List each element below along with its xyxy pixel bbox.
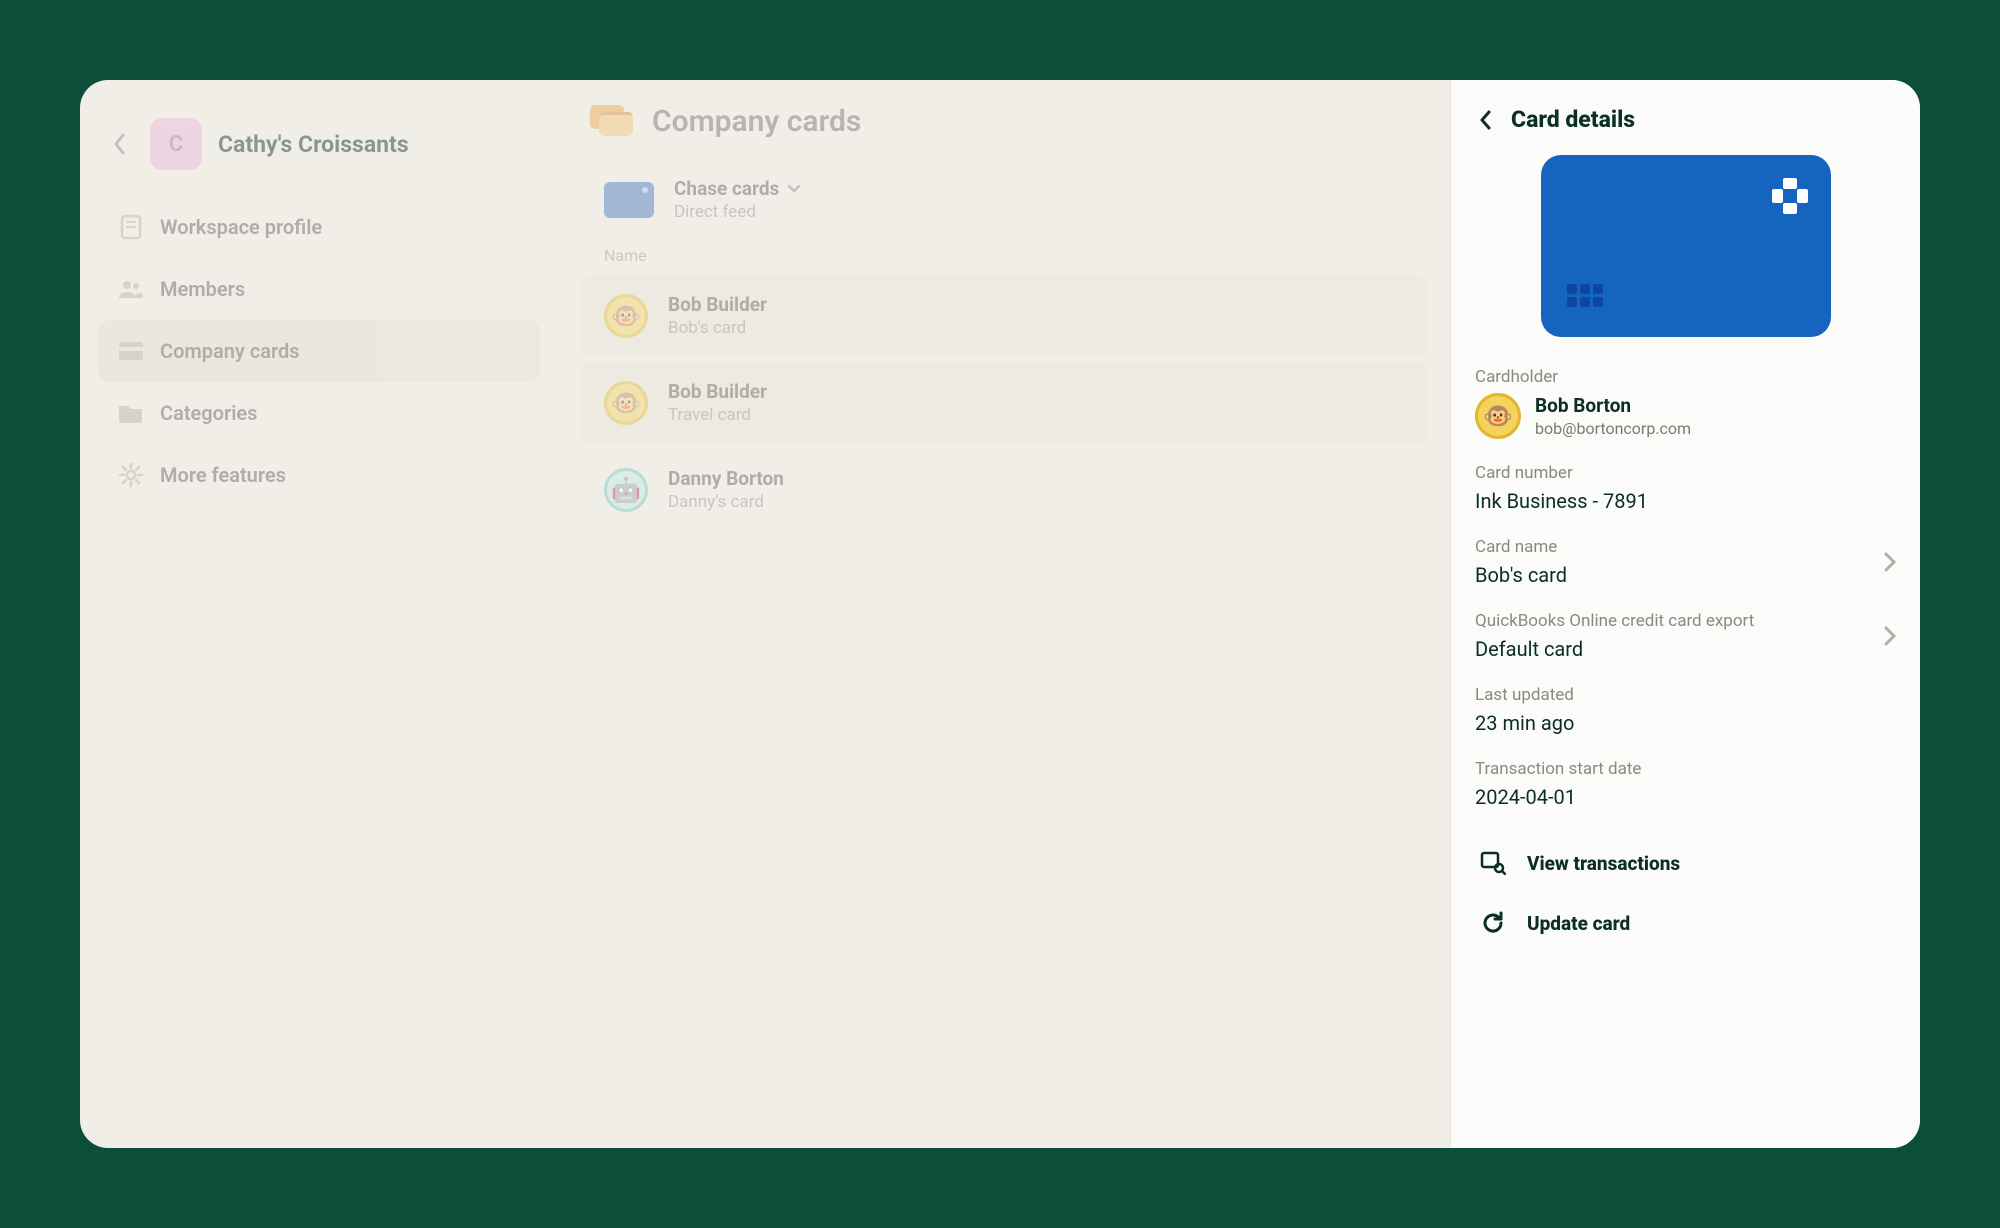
sidebar-header: C Cathy's Croissants (98, 108, 540, 196)
workspace-avatar-letter: C (169, 132, 183, 157)
card-row-name: Danny Borton (668, 467, 784, 490)
sidebar: C Cathy's Croissants Workspace profile M… (80, 80, 558, 1148)
company-cards-icon (590, 105, 634, 139)
start-date-section: Transaction start date 2024-04-01 (1475, 759, 1896, 809)
card-number-label: Card number (1475, 463, 1896, 483)
back-icon[interactable] (106, 130, 134, 158)
feed-selector[interactable]: Chase cards Direct feed (580, 169, 1428, 240)
user-avatar-icon: 🤖 (604, 468, 648, 512)
back-icon[interactable] (1475, 109, 1497, 131)
page-title: Company cards (652, 104, 861, 139)
start-date-label: Transaction start date (1475, 759, 1896, 779)
feed-name: Chase cards (674, 177, 801, 200)
chevron-down-icon (787, 184, 801, 194)
card-list-row[interactable]: 🐵 Bob Builder Bob's card (580, 275, 1428, 356)
sidebar-item-members[interactable]: Members (98, 258, 540, 320)
cardholder-email: bob@bortoncorp.com (1535, 419, 1691, 438)
feed-card-icon (604, 182, 654, 218)
sidebar-item-label: More features (160, 463, 286, 487)
update-card-button[interactable]: Update card (1475, 893, 1896, 953)
card-row-name: Bob Builder (668, 293, 767, 316)
card-name-row[interactable]: Card name Bob's card (1475, 537, 1896, 587)
sidebar-item-categories[interactable]: Categories (98, 382, 540, 444)
cardholder-label: Cardholder (1475, 367, 1896, 387)
user-avatar-icon: 🐵 (604, 381, 648, 425)
members-icon (118, 276, 144, 302)
card-name-value: Bob's card (1475, 563, 1567, 587)
gear-icon (118, 462, 144, 488)
view-transactions-label: View transactions (1527, 852, 1680, 875)
user-avatar-icon: 🐵 (1475, 393, 1521, 439)
export-row[interactable]: QuickBooks Online credit card export Def… (1475, 611, 1896, 661)
last-updated-section: Last updated 23 min ago (1475, 685, 1896, 735)
chevron-right-icon (1884, 552, 1896, 572)
cardholder-section: Cardholder 🐵 Bob Borton bob@bortoncorp.c… (1475, 367, 1896, 439)
card-row-name: Bob Builder (668, 380, 767, 403)
panel-header: Card details (1475, 106, 1896, 133)
sidebar-item-label: Workspace profile (160, 215, 322, 239)
update-card-label: Update card (1527, 912, 1630, 935)
card-visual (1475, 155, 1896, 337)
chevron-right-icon (1884, 626, 1896, 646)
export-value: Default card (1475, 637, 1754, 661)
card-icon (118, 338, 144, 364)
sidebar-item-label: Categories (160, 401, 257, 425)
feed-subtitle: Direct feed (674, 202, 801, 222)
card-list-row[interactable]: 🐵 Bob Builder Travel card (580, 362, 1428, 443)
view-transactions-button[interactable]: View transactions (1475, 833, 1896, 893)
sidebar-item-more-features[interactable]: More features (98, 444, 540, 506)
workspace-name[interactable]: Cathy's Croissants (218, 131, 409, 158)
refresh-icon (1479, 909, 1507, 937)
sidebar-item-label: Company cards (160, 339, 300, 363)
profile-icon (118, 214, 144, 240)
user-avatar-icon: 🐵 (604, 294, 648, 338)
sidebar-item-company-cards[interactable]: Company cards (98, 320, 540, 382)
card-number-section: Card number Ink Business - 7891 (1475, 463, 1896, 513)
chase-logo-icon (1769, 175, 1811, 217)
workspace-avatar[interactable]: C (150, 118, 202, 170)
folder-icon (118, 400, 144, 426)
export-label: QuickBooks Online credit card export (1475, 611, 1754, 631)
cardholder-name: Bob Borton (1535, 394, 1691, 417)
page-header: Company cards (580, 104, 1428, 169)
last-updated-label: Last updated (1475, 685, 1896, 705)
card-row-sub: Bob's card (668, 318, 767, 338)
panel-title: Card details (1511, 106, 1635, 133)
start-date-value: 2024-04-01 (1475, 785, 1896, 809)
card-number-value: Ink Business - 7891 (1475, 489, 1896, 513)
card-row-sub: Travel card (668, 405, 767, 425)
receipt-search-icon (1479, 849, 1507, 877)
card-row-sub: Danny's card (668, 492, 784, 512)
last-updated-value: 23 min ago (1475, 711, 1896, 735)
card-list: 🐵 Bob Builder Bob's card 🐵 Bob Builder T… (580, 275, 1428, 530)
feed-name-text: Chase cards (674, 177, 779, 200)
card-details-panel: Card details Cardholder 🐵 Bob Bo (1450, 80, 1920, 1148)
sidebar-item-label: Members (160, 277, 245, 301)
cardholder-row[interactable]: 🐵 Bob Borton bob@bortoncorp.com (1475, 393, 1896, 439)
card-name-label: Card name (1475, 537, 1567, 557)
main-content: Company cards Chase cards Direct feed Na… (558, 80, 1450, 1148)
list-column-header: Name (580, 240, 1428, 275)
sidebar-item-workspace-profile[interactable]: Workspace profile (98, 196, 540, 258)
card-list-row[interactable]: 🤖 Danny Borton Danny's card (580, 449, 1428, 530)
app-window: C Cathy's Croissants Workspace profile M… (80, 80, 1920, 1148)
card-chip-icon (1567, 284, 1603, 307)
